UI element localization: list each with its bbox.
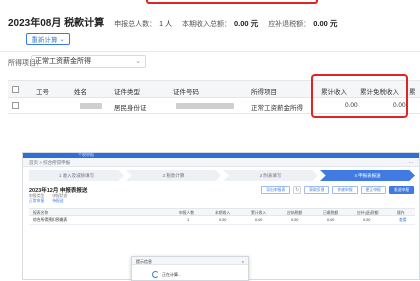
dialog-header: 提示信息 × <box>132 257 248 265</box>
loading-spinner-icon <box>152 271 159 278</box>
action-buttons: 导出申报表 ↻ 获取反馈 作废申报 更正申报 发送申报 <box>261 186 414 194</box>
close-icon[interactable]: × <box>242 259 244 264</box>
divider <box>0 51 420 52</box>
col-name: 姓名 <box>74 89 87 96</box>
cell-income-item: 正常工资薪金所得 <box>251 105 303 112</box>
dialog-title: 提示信息 <box>136 258 152 264</box>
declare-count-value: 1 人 <box>159 21 172 28</box>
cell-cum-income: 0.00 <box>255 218 263 222</box>
meta-status-value: 待报送 <box>52 199 64 203</box>
income-total-label: 本期收入总额： <box>182 21 231 28</box>
meta-type: 申报类型 正常申报 <box>29 194 44 204</box>
more-icon[interactable]: ⋯ <box>409 160 414 166</box>
chevron-down-icon: ⌄ <box>135 58 141 65</box>
col-emp-no: 工号 <box>36 89 49 96</box>
export-button[interactable]: 导出申报表 <box>261 186 291 194</box>
cell-people: 1 <box>187 218 190 222</box>
table-row[interactable]: 综合所得预扣预缴表 1 0.00 0.00 0.00 0.00 0.00 查看 <box>29 216 415 225</box>
income-total-value: 0.00 元 <box>234 19 259 28</box>
col-cum-income: 累计收入 <box>251 210 267 215</box>
view-link[interactable]: 查看 <box>399 218 407 223</box>
dialog-body: 正在计算... <box>152 271 181 278</box>
declare-count-label: 申报总人数： <box>114 21 157 28</box>
step-submit[interactable]: 4 申报表报送 <box>320 170 415 181</box>
declaration-submit-panel: 个税申报 首页 > 综合所得申报 ⋯ 1 收入及减除填写 2 税款计算 3 附表… <box>22 152 420 281</box>
breadcrumb-text[interactable]: 首页 > 综合所得申报 <box>29 160 70 166</box>
meta-status: 申报状态 待报送 <box>52 194 67 204</box>
tax-due-label: 应补退税额： <box>268 21 311 28</box>
step-bar: 1 收入及减除填写 2 税款计算 3 附表填写 4 申报表报送 <box>29 170 415 181</box>
page-title: 2023年08月 税款计算 <box>8 18 105 29</box>
highlight-box-columns <box>311 74 408 118</box>
step-tax-calc[interactable]: 2 税款计算 <box>126 170 221 181</box>
summary-bar: 2023年08月 税款计算 申报总人数： 1 人 本期收入总额： 0.00 元 … <box>8 14 338 29</box>
section-title: 2023年12月 申报表报送 <box>29 188 88 194</box>
cell-report-name: 综合所得预扣预缴表 <box>33 218 68 222</box>
income-item-select-value: 正常工资薪金所得 <box>35 58 91 65</box>
correct-declaration-button[interactable]: 更正申报 <box>360 186 386 194</box>
select-all-checkbox[interactable] <box>12 86 19 93</box>
step-income-entry[interactable]: 1 收入及减除填写 <box>29 170 124 181</box>
col-tax-paid: 已缴税额 <box>323 210 339 215</box>
tax-due-value: 0.00 元 <box>313 19 338 28</box>
send-declaration-button[interactable]: 发送申报 <box>388 186 414 194</box>
income-item-select[interactable]: 正常工资薪金所得 ⌄ <box>31 55 146 68</box>
col-cert-no: 证件号码 <box>173 89 199 96</box>
void-declaration-button[interactable]: 作废申报 <box>332 186 358 194</box>
refresh-icon[interactable]: ↻ <box>293 186 302 194</box>
col-period-income: 本期收入 <box>215 210 231 215</box>
chevron-down-icon: ⌄ <box>59 36 65 43</box>
col-people: 申报人数 <box>179 210 195 215</box>
meta-type-value: 正常申报 <box>29 199 45 203</box>
report-table-header: 报表名称 申报人数 本期收入 累计收入 应纳税额 已缴税额 应补(退)税额 操作 <box>29 208 415 216</box>
col-next-truncated: 累 <box>409 89 416 96</box>
cell-tax-due: 0.00 <box>363 218 371 222</box>
col-cert-type: 证件类型 <box>114 89 140 96</box>
redacted-cert-no <box>176 103 234 109</box>
recalculate-button-label: 重新计算 <box>31 37 58 44</box>
col-tax-payable: 应纳税额 <box>287 210 303 215</box>
tax-calculation-panel: 2023年08月 税款计算 申报总人数： 1 人 本期收入总额： 0.00 元 … <box>0 0 420 132</box>
progress-dialog: 提示信息 × 正在计算... <box>131 256 249 281</box>
dialog-message: 正在计算... <box>162 271 182 277</box>
cell-cert-type: 居民身份证 <box>114 105 147 112</box>
cell-tax-paid: 0.00 <box>327 218 335 222</box>
step-attachments[interactable]: 3 附表填写 <box>223 170 318 181</box>
row-checkbox[interactable] <box>12 102 19 109</box>
breadcrumb: 首页 > 综合所得申报 ⋯ <box>23 158 419 167</box>
cell-tax-payable: 0.00 <box>291 218 299 222</box>
col-actions: 操作 <box>397 210 405 215</box>
col-report-name: 报表名称 <box>33 210 49 215</box>
redacted-name <box>80 103 102 109</box>
col-income-item: 所得项目 <box>251 89 277 96</box>
declare-meta: 申报类型 正常申报 申报状态 待报送 <box>29 194 67 204</box>
get-feedback-button[interactable]: 获取反馈 <box>304 186 330 194</box>
highlight-box-top <box>146 0 318 4</box>
col-tax-due: 应补(退)税额 <box>357 210 379 215</box>
recalculate-button[interactable]: 重新计算 ⌄ <box>26 33 70 45</box>
cell-period-income: 0.00 <box>219 218 227 222</box>
